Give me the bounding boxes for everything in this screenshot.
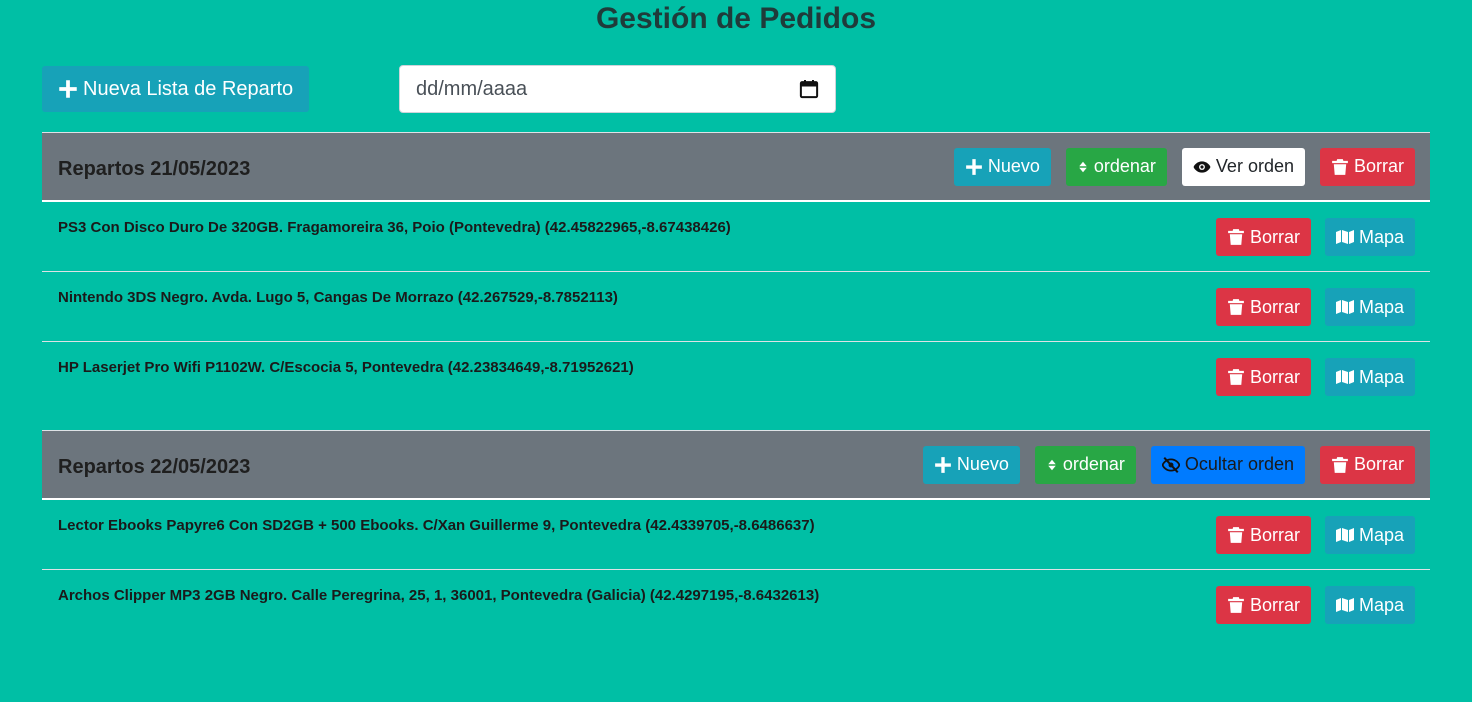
group-header: Repartos 21/05/2023 Nuevo ordenar Ver or… [42, 132, 1430, 202]
trash-icon [1228, 299, 1244, 315]
sort-button[interactable]: ordenar [1034, 445, 1136, 484]
map-icon [1335, 598, 1354, 612]
item-text: Nintendo 3DS Negro. Avda. Lugo 5, Cangas… [58, 289, 618, 306]
delete-group-button[interactable]: Borrar [1319, 147, 1415, 186]
map-icon [1335, 300, 1354, 314]
map-button[interactable]: Mapa [1324, 218, 1415, 256]
group-header: Repartos 22/05/2023 Nuevo ordenar Oculta… [42, 430, 1430, 500]
map-icon [1335, 230, 1354, 244]
plus-icon [59, 80, 77, 98]
eye-icon [1193, 160, 1211, 173]
sort-icon [1079, 161, 1087, 172]
map-button[interactable]: Mapa [1324, 586, 1415, 624]
new-item-button[interactable]: Nuevo [922, 445, 1020, 484]
map-button[interactable]: Mapa [1324, 358, 1415, 396]
eye-slash-icon [1161, 456, 1180, 473]
map-label: Mapa [1358, 296, 1404, 317]
hide-order-button[interactable]: Ocultar orden [1150, 445, 1305, 484]
page-title: Gestión de Pedidos [595, 2, 877, 35]
item-text: HP Laserjet Pro Wifi P1102W. C/Escocia 5… [58, 359, 634, 376]
delete-group-label: Borrar [1353, 454, 1404, 474]
map-label: Mapa [1358, 524, 1404, 545]
delete-item-label: Borrar [1249, 594, 1300, 615]
map-label: Mapa [1358, 594, 1404, 615]
map-icon [1335, 370, 1354, 384]
delete-item-button[interactable]: Borrar [1215, 218, 1311, 256]
sort-button[interactable]: ordenar [1065, 147, 1167, 186]
sort-label: ordenar [1062, 454, 1125, 474]
view-order-label: Ver orden [1215, 156, 1294, 176]
list-item: Nintendo 3DS Negro. Avda. Lugo 5, Cangas… [42, 272, 1430, 342]
map-button[interactable]: Mapa [1324, 516, 1415, 554]
map-icon [1335, 528, 1354, 542]
delete-item-label: Borrar [1249, 366, 1300, 387]
plus-icon [965, 158, 982, 175]
hide-order-label: Ocultar orden [1184, 454, 1294, 474]
trash-icon [1228, 369, 1244, 385]
list-item: PS3 Con Disco Duro De 320GB. Fragamoreir… [42, 202, 1430, 272]
new-item-button[interactable]: Nuevo [953, 147, 1051, 186]
list-item: HP Laserjet Pro Wifi P1102W. C/Escocia 5… [42, 342, 1430, 412]
calendar-icon[interactable] [799, 79, 819, 99]
new-item-label: Nuevo [956, 454, 1009, 474]
map-label: Mapa [1358, 366, 1404, 387]
map-label: Mapa [1358, 226, 1404, 247]
plus-icon [934, 456, 951, 473]
trash-icon [1228, 597, 1244, 613]
new-delivery-list-button[interactable]: Nueva Lista de Reparto [42, 66, 310, 112]
map-button[interactable]: Mapa [1324, 288, 1415, 326]
group-title: Repartos 21/05/2023 [58, 158, 251, 180]
list-item: Lector Ebooks Papyre6 Con SD2GB + 500 Eb… [42, 500, 1430, 570]
delete-item-button[interactable]: Borrar [1215, 358, 1311, 396]
item-text: PS3 Con Disco Duro De 320GB. Fragamoreir… [58, 219, 731, 236]
group-title: Repartos 22/05/2023 [58, 456, 251, 478]
item-text: Lector Ebooks Papyre6 Con SD2GB + 500 Eb… [58, 517, 815, 534]
list-item: Archos Clipper MP3 2GB Negro. Calle Pere… [42, 570, 1430, 640]
date-placeholder: dd/mm/aaaa [416, 77, 528, 100]
delete-item-button[interactable]: Borrar [1215, 516, 1311, 554]
delete-item-label: Borrar [1249, 524, 1300, 545]
date-input[interactable]: dd/mm/aaaa [399, 65, 836, 113]
trash-icon [1332, 456, 1348, 473]
delete-group-button[interactable]: Borrar [1319, 445, 1415, 484]
delete-item-button[interactable]: Borrar [1215, 288, 1311, 326]
delete-item-button[interactable]: Borrar [1215, 586, 1311, 624]
delete-item-label: Borrar [1249, 226, 1300, 247]
delete-item-label: Borrar [1249, 296, 1300, 317]
new-delivery-list-label: Nueva Lista de Reparto [83, 77, 294, 100]
delete-group-label: Borrar [1353, 156, 1404, 176]
sort-label: ordenar [1093, 156, 1156, 176]
trash-icon [1332, 158, 1348, 175]
sort-icon [1048, 459, 1056, 470]
delivery-group: Repartos 21/05/2023 Nuevo ordenar Ver or… [42, 132, 1430, 412]
new-item-label: Nuevo [987, 156, 1040, 176]
trash-icon [1228, 527, 1244, 543]
view-order-button[interactable]: Ver orden [1181, 147, 1305, 186]
delivery-group: Repartos 22/05/2023 Nuevo ordenar Oculta… [42, 430, 1430, 640]
item-text: Archos Clipper MP3 2GB Negro. Calle Pere… [58, 587, 820, 604]
trash-icon [1228, 229, 1244, 245]
